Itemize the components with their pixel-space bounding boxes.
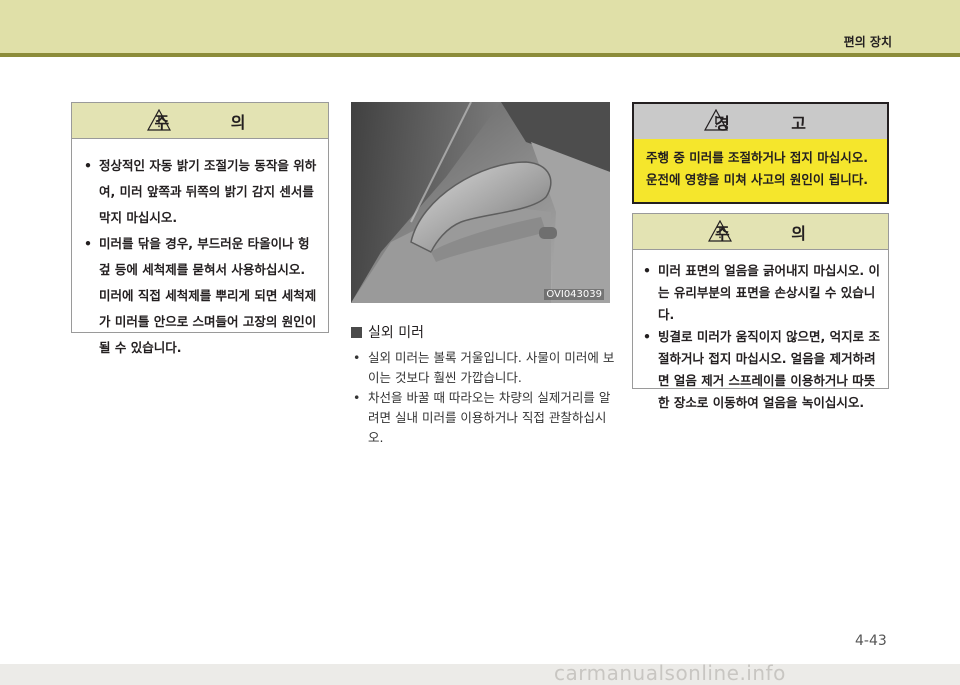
caution-box-ice: 주 의 미러 표면의 얼음을 긁어내지 마십시오. 이는 유리부분의 표면을 손… [632,213,889,410]
caution-header: 주 의 [72,103,328,139]
section-title: 편의 장치 [843,35,892,49]
outside-mirror-item: 차선을 바꿀 때 따라오는 차량의 실제거리를 알려면 실내 미러를 이용하거나… [353,388,615,448]
header-band [0,0,960,53]
outside-mirror-list: 실외 미러는 볼록 거울입니다. 사물이 미러에 보이는 것보다 훨씬 가깝습니… [353,348,615,448]
caution-title: 주 의 [154,112,274,132]
warning-triangle-icon [704,109,728,131]
warning-text: 주행 중 미러를 조절하거나 접지 마십시오. 운전에 영향을 미쳐 사고의 원… [646,150,869,187]
outside-mirror-heading: 실외 미러 [351,322,424,342]
warning-box: 경 고 주행 중 미러를 조절하거나 접지 마십시오. 운전에 영향을 미쳐 사… [632,102,889,204]
page-number: 4-43 [855,633,887,649]
caution-list: 정상적인 자동 밝기 조절기능 동작을 위하여, 미러 앞쪽과 뒤쪽의 밝기 감… [72,139,328,361]
outside-mirror-photo: OVI043039 [351,102,610,303]
outside-mirror-item: 실외 미러는 볼록 거울입니다. 사물이 미러에 보이는 것보다 훨씬 가깝습니… [353,348,615,388]
warning-title: 경 고 [714,113,834,133]
watermark-text: carmanualsonline.info [554,661,786,685]
caution-title: 주 의 [714,223,834,243]
watermark-bar: carmanualsonline.info [0,661,960,685]
caution-item: 빙결로 미러가 움직이지 않으면, 억지로 조절하거나 접지 마십시오. 얼음을… [643,326,880,414]
photo-code: OVI043039 [544,289,604,300]
warning-triangle-icon [708,220,732,242]
caution-list: 미러 표면의 얼음을 긁어내지 마십시오. 이는 유리부분의 표면을 손상시킬 … [633,250,888,414]
car-mirror-illustration [351,102,610,303]
warning-triangle-icon [147,109,171,131]
caution-header: 주 의 [633,214,888,250]
square-bullet-icon [351,326,362,338]
caution-box-auto-dimming: 주 의 정상적인 자동 밝기 조절기능 동작을 위하여, 미러 앞쪽과 뒤쪽의 … [71,102,329,355]
header-rule [0,53,960,57]
caution-item: 정상적인 자동 밝기 조절기능 동작을 위하여, 미러 앞쪽과 뒤쪽의 밝기 감… [84,153,318,231]
outside-mirror-title: 실외 미러 [368,325,424,341]
caution-item: 미러를 닦을 경우, 부드러운 타올이나 헝겊 등에 세척제를 묻혀서 사용하십… [84,231,318,361]
warning-header: 경 고 [634,104,887,139]
caution-item: 미러 표면의 얼음을 긁어내지 마십시오. 이는 유리부분의 표면을 손상시킬 … [643,260,880,326]
